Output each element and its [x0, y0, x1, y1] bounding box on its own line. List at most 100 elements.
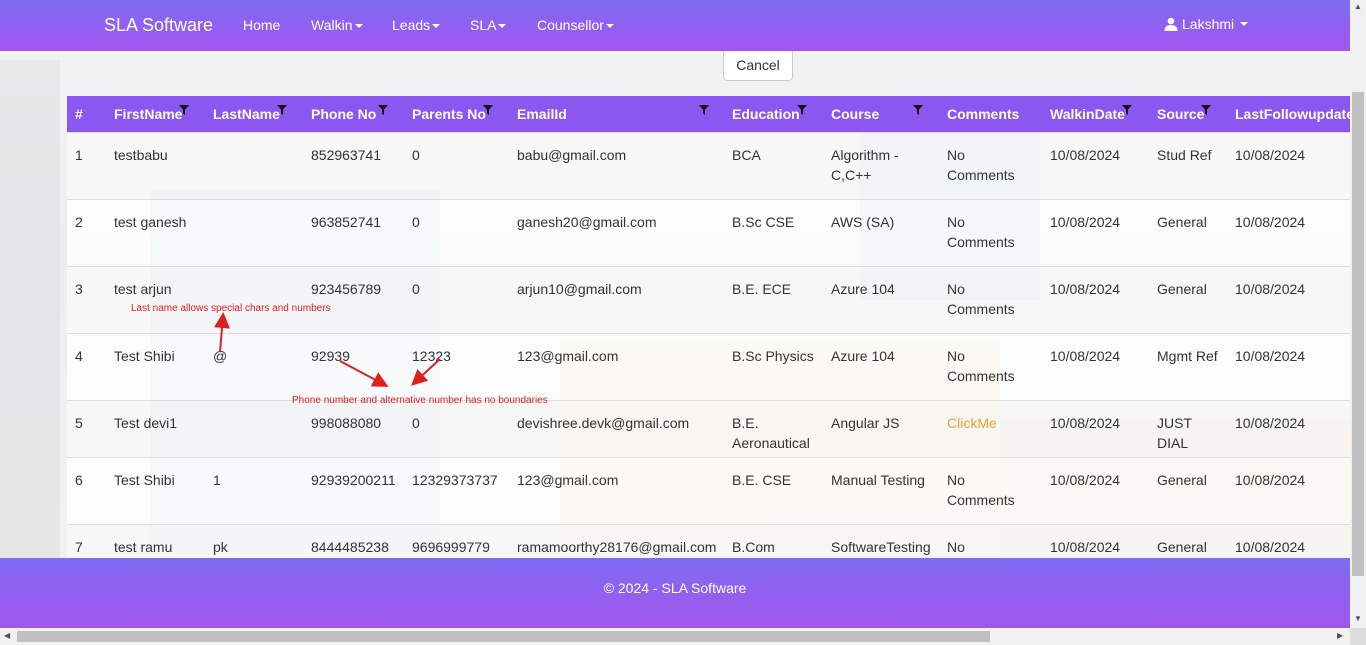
table-row: 3 test arjun 923456789 0 arjun10@gmail.c…	[67, 265, 1350, 333]
cell-source: General	[1149, 265, 1227, 333]
scrollbar-corner	[1350, 628, 1366, 645]
brand-logo[interactable]: SLA Software	[104, 15, 213, 36]
header-cell[interactable]: Education	[724, 96, 823, 132]
cell-firstname: test ramu	[106, 523, 205, 558]
cell-phone: 963852741	[303, 198, 404, 266]
cell-parents-no: 0	[404, 265, 509, 333]
header-cell[interactable]: Course	[823, 96, 939, 132]
cell-firstname: Test Shibi	[106, 332, 205, 400]
cell-walkin-date: 10/08/2024	[1042, 332, 1149, 400]
cell-last-followup: 10/08/2024	[1227, 523, 1350, 558]
filter-icon[interactable]	[277, 105, 287, 115]
header-cell: LastFollowupdate	[1235, 105, 1350, 122]
table-row: 1 testbabu 852963741 0 babu@gmail.com BC…	[67, 131, 1350, 199]
cell-firstname: test ganesh	[106, 198, 205, 266]
cell-source: Stud Ref	[1149, 131, 1227, 199]
cell-last-followup: 10/08/2024	[1227, 131, 1350, 199]
nav-home[interactable]: Home	[243, 17, 280, 33]
filter-icon[interactable]	[1122, 105, 1132, 115]
header-cell[interactable]: Source	[1149, 96, 1227, 132]
cell-phone: 923456789	[303, 265, 404, 333]
table-row: 5 Test devi1 998088080 0 devishree.devk@…	[67, 399, 1350, 457]
clickme-link[interactable]: ClickMe	[939, 399, 1042, 457]
cell-comments: No Comments	[939, 198, 1042, 266]
header-cell[interactable]: FirstName	[106, 96, 205, 132]
cell-index: 2	[67, 198, 106, 266]
cell-source: General	[1149, 198, 1227, 266]
chevron-down-icon	[432, 24, 441, 29]
cell-course: Manual Testing	[823, 456, 939, 524]
cell-index: 5	[67, 399, 106, 457]
cell-last-followup: 10/08/2024	[1227, 265, 1350, 333]
vertical-scroll-thumb[interactable]	[1352, 92, 1364, 576]
horizontal-scroll-thumb[interactable]	[17, 631, 990, 642]
cell-parents-no: 12329373737	[404, 456, 509, 524]
cell-email: 123@gmail.com	[509, 456, 724, 524]
horizontal-scrollbar[interactable]: ◀ ▶	[0, 628, 1350, 645]
header-cell[interactable]: LastName	[205, 96, 303, 132]
user-name: Lakshmi	[1182, 16, 1235, 32]
cell-phone: 92939200211	[303, 456, 404, 524]
nav-counsellor[interactable]: Counsellor	[537, 17, 614, 33]
page-footer: © 2024 - SLA Software	[0, 558, 1350, 628]
cell-comments: No Comments	[939, 265, 1042, 333]
cell-email: 123@gmail.com	[509, 332, 724, 400]
cell-phone: 92939	[303, 332, 404, 400]
cancel-button[interactable]: Cancel	[723, 48, 793, 81]
header-cell[interactable]: EmailId	[509, 96, 724, 132]
filter-icon[interactable]	[797, 105, 807, 115]
user-menu[interactable]: Lakshmi	[1164, 16, 1249, 32]
cell-lastname	[205, 399, 303, 457]
cell-last-followup: 10/08/2024	[1227, 399, 1350, 457]
walkin-table-container: # FirstName LastName Phone No Parents No…	[67, 96, 1350, 558]
scroll-right-icon[interactable]: ▶	[1337, 631, 1343, 640]
cell-index: 3	[67, 265, 106, 333]
filter-icon[interactable]	[483, 105, 493, 115]
table-header-row: # FirstName LastName Phone No Parents No…	[67, 96, 1350, 132]
scroll-left-icon[interactable]: ◀	[4, 631, 10, 640]
cell-education: B.Sc Physics	[724, 332, 823, 400]
cell-email: devishree.devk@gmail.com	[509, 399, 724, 457]
cell-lastname	[205, 265, 303, 333]
header-cell[interactable]: Parents No	[404, 96, 509, 132]
nav-leads[interactable]: Leads	[392, 17, 441, 33]
cell-education: B.E. CSE	[724, 456, 823, 524]
cell-firstname: testbabu	[106, 131, 205, 199]
cell-lastname: pk	[205, 523, 303, 558]
cell-email: babu@gmail.com	[509, 131, 724, 199]
cell-lastname	[205, 198, 303, 266]
header-cell[interactable]: Phone No	[303, 96, 404, 132]
filter-icon[interactable]	[913, 105, 923, 115]
cell-comments: No	[939, 523, 1042, 558]
scroll-up-icon[interactable]: ▲	[1354, 2, 1362, 11]
cell-firstname: test arjun	[106, 265, 205, 333]
header-cell[interactable]: WalkinDate	[1042, 96, 1149, 132]
filter-icon[interactable]	[378, 105, 388, 115]
cell-parents-no: 9696999779	[404, 523, 509, 558]
phone-annotation: Phone number and alternative number has …	[292, 395, 548, 406]
cell-walkin-date: 10/08/2024	[1042, 131, 1149, 199]
cell-education: B.Com	[724, 523, 823, 558]
filter-icon[interactable]	[1201, 105, 1211, 115]
cell-course: SoftwareTesting	[823, 523, 939, 558]
lastname-annotation: Last name allows special chars and numbe…	[131, 303, 331, 314]
cell-education: B.E. Aeronautical	[724, 399, 823, 457]
cell-course: AWS (SA)	[823, 198, 939, 266]
filter-icon[interactable]	[699, 105, 709, 115]
nav-sla[interactable]: SLA	[470, 17, 507, 33]
cell-parents-no: 0	[404, 198, 509, 266]
cell-index: 1	[67, 131, 106, 199]
chevron-down-icon	[498, 24, 507, 29]
cell-last-followup: 10/08/2024	[1227, 198, 1350, 266]
filter-icon[interactable]	[179, 105, 189, 115]
nav-walkin[interactable]: Walkin	[311, 17, 363, 33]
cell-walkin-date: 10/08/2024	[1042, 198, 1149, 266]
chevron-down-icon	[354, 24, 363, 29]
cell-phone: 8444485238	[303, 523, 404, 558]
cell-email: arjun10@gmail.com	[509, 265, 724, 333]
cell-source: JUST DIAL	[1149, 399, 1227, 457]
table-row: 6 Test Shibi 1 92939200211 12329373737 1…	[67, 456, 1350, 524]
cell-lastname: @	[205, 332, 303, 400]
scroll-down-icon[interactable]: ▼	[1354, 614, 1362, 623]
vertical-scrollbar[interactable]: ▲ ▼	[1350, 0, 1366, 630]
